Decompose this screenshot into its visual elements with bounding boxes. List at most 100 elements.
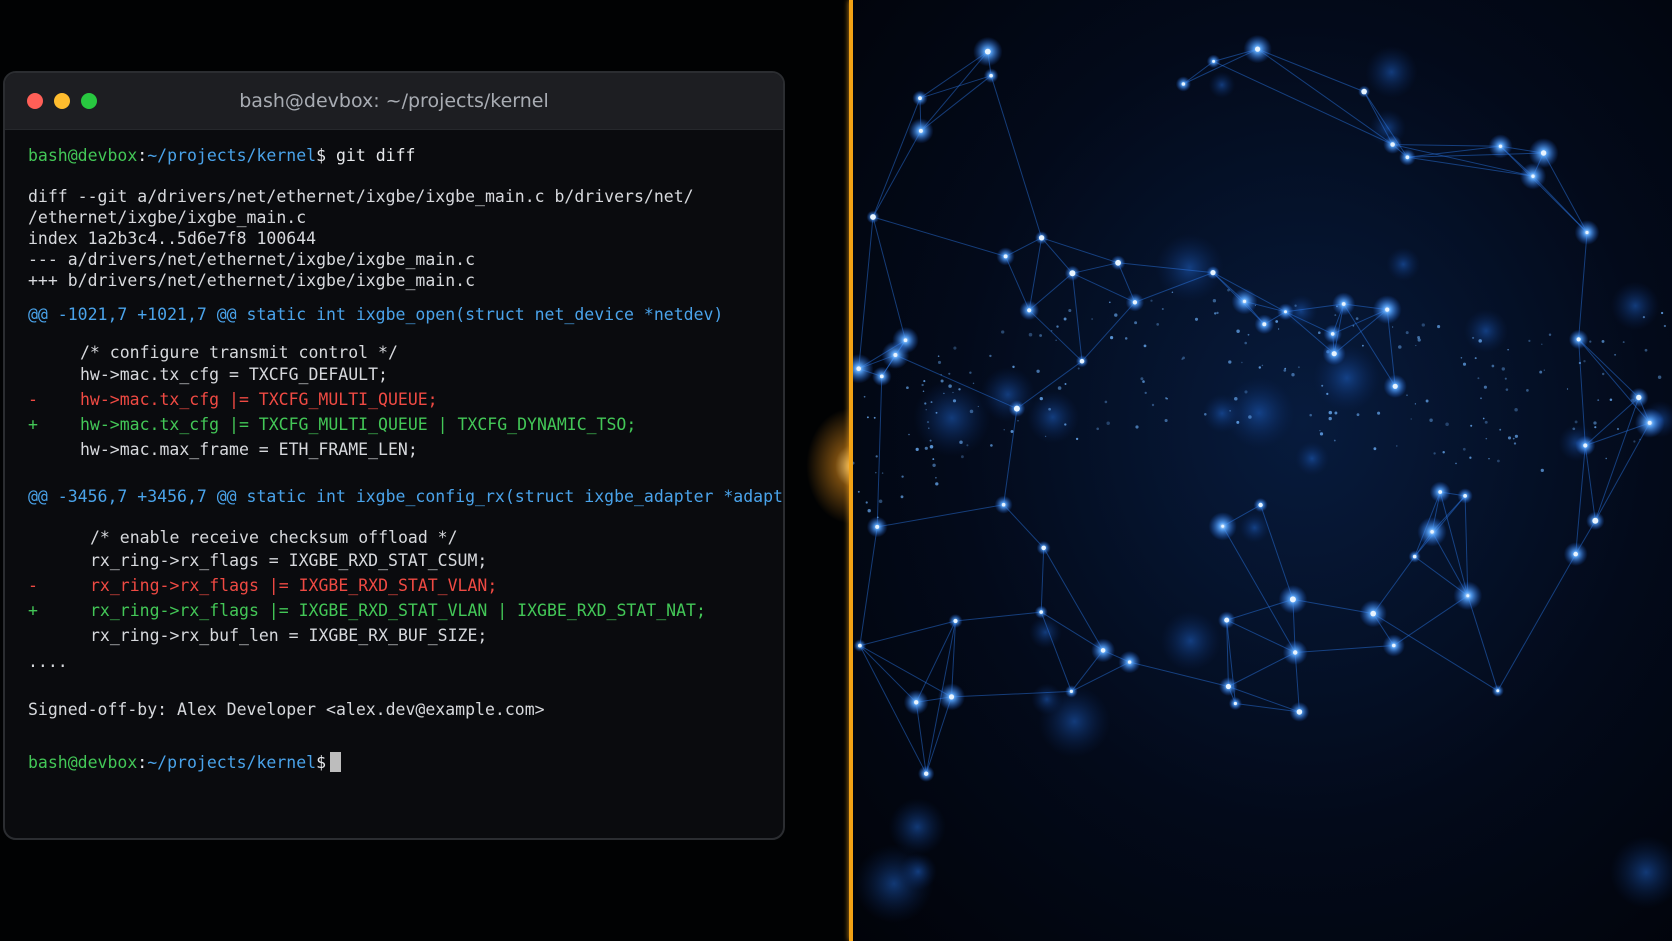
particle-dot xyxy=(1143,344,1147,348)
network-node-core xyxy=(1181,82,1186,86)
network-node xyxy=(853,353,874,384)
network-node-core xyxy=(1069,270,1076,277)
bokeh-blob xyxy=(1611,281,1660,331)
particle-dot xyxy=(1275,320,1279,323)
particle-dot xyxy=(1064,423,1067,426)
network-node-core xyxy=(1405,155,1410,160)
particle-dot xyxy=(1593,421,1597,425)
particle-dot xyxy=(1513,442,1517,445)
particle-dot xyxy=(953,346,957,350)
terminal-titlebar[interactable]: bash@devbox: ~/projects/kernel xyxy=(5,73,783,130)
network-edge xyxy=(1028,309,1083,362)
particle-dot xyxy=(1096,427,1100,431)
particle-dot xyxy=(940,374,942,376)
particle-dot xyxy=(1297,366,1300,369)
particle-dot xyxy=(1474,357,1477,360)
particle-dot xyxy=(1228,360,1232,364)
particle-dot xyxy=(1425,399,1429,403)
particle-dot xyxy=(1639,438,1641,441)
particle-dot xyxy=(1055,339,1057,341)
network-node-core xyxy=(1255,46,1261,52)
network-edge xyxy=(1257,48,1365,93)
hunk1-context-line-2: hw->mac.max_frame = ETH_FRAME_LEN; xyxy=(80,440,418,459)
network-node-core xyxy=(1284,310,1287,314)
network-node-core xyxy=(1430,530,1434,534)
particle-dot xyxy=(1572,427,1576,431)
network-node-core xyxy=(875,524,880,529)
particle-dot xyxy=(1657,375,1662,379)
network-node-core xyxy=(1041,545,1046,551)
particle-dot xyxy=(1583,360,1586,363)
particle-dot xyxy=(1396,445,1398,447)
particle-dot xyxy=(1291,373,1295,377)
particle-dot xyxy=(1417,336,1421,339)
particle-dot xyxy=(923,380,926,383)
network-node-core xyxy=(1242,299,1247,303)
particle-dot xyxy=(935,482,939,486)
network-node-core xyxy=(1361,88,1367,95)
network-node-core xyxy=(1498,144,1503,148)
particle-dot xyxy=(1236,420,1240,424)
particle-dot xyxy=(1391,326,1394,328)
particle-dot xyxy=(1633,440,1636,443)
network-edge xyxy=(1594,397,1640,521)
particle-dot xyxy=(867,509,871,513)
particle-dot xyxy=(937,360,942,364)
particle-dot xyxy=(937,355,940,358)
particle-dot xyxy=(1616,427,1620,431)
particle-dot xyxy=(1234,396,1238,401)
active-prompt[interactable]: bash@devbox:~/projects/kernel$ xyxy=(28,752,342,774)
particle-dot xyxy=(1660,311,1664,315)
network-node-core xyxy=(1100,648,1106,653)
particle-dot xyxy=(1039,334,1043,337)
particle-dot xyxy=(972,382,975,385)
network-node-core xyxy=(1289,596,1296,603)
particle-dot xyxy=(1075,437,1079,441)
prompt-symbol-2: $ xyxy=(316,753,327,772)
particle-dot xyxy=(1241,361,1243,364)
network-node-core xyxy=(1496,689,1500,693)
particle-dot xyxy=(853,461,855,465)
window-title: bash@devbox: ~/projects/kernel xyxy=(239,90,549,112)
particle-dot xyxy=(1455,462,1457,465)
particle-dot xyxy=(1622,341,1625,344)
prompt-separator: : xyxy=(137,146,148,165)
particle-dot xyxy=(1077,367,1080,370)
particle-dot xyxy=(1283,369,1287,372)
network-node-core xyxy=(984,48,991,55)
particle-dot xyxy=(1485,437,1488,440)
particle-dot xyxy=(915,447,919,452)
diff-minus-file: --- a/drivers/net/ethernet/ixgbe/ixgbe_m… xyxy=(28,250,476,269)
particle-dot xyxy=(1057,386,1062,390)
particle-dot xyxy=(959,440,963,445)
network-node-core xyxy=(870,214,876,220)
network-edge xyxy=(1260,504,1294,600)
network-node-core xyxy=(1001,502,1006,507)
particle-dot xyxy=(1437,325,1441,329)
particle-dot xyxy=(1214,312,1217,315)
particle-dot xyxy=(952,391,954,394)
particle-dot xyxy=(1462,447,1466,451)
particle-dot xyxy=(1319,429,1321,432)
network-node-core xyxy=(858,643,862,648)
network-node-core xyxy=(1132,300,1138,305)
network-edge xyxy=(859,620,956,647)
network-node-core xyxy=(948,694,955,700)
particle-dot xyxy=(1328,410,1333,415)
diff-header-line-2: /ethernet/ixgbe/ixgbe_main.c xyxy=(28,208,307,227)
particle-dot xyxy=(1106,421,1110,425)
particle-dot xyxy=(1182,356,1185,360)
network-edge xyxy=(872,216,906,341)
network-node-core xyxy=(1585,230,1589,235)
particle-dot xyxy=(1415,344,1417,347)
particle-dot xyxy=(1414,403,1417,405)
hunk2-context-comment: /* enable receive checksum offload */ xyxy=(90,528,458,547)
network-node-core xyxy=(903,338,908,343)
network-node-core xyxy=(1331,351,1337,357)
particle-dot xyxy=(958,388,961,391)
terminal-window[interactable]: bash@devbox: ~/projects/kernel bash@devb… xyxy=(3,71,785,840)
network-edge xyxy=(1497,553,1577,692)
signed-off-by: Signed-off-by: Alex Developer <alex.dev@… xyxy=(28,700,545,719)
particle-dot xyxy=(1164,397,1168,400)
particle-dot xyxy=(1356,413,1360,417)
